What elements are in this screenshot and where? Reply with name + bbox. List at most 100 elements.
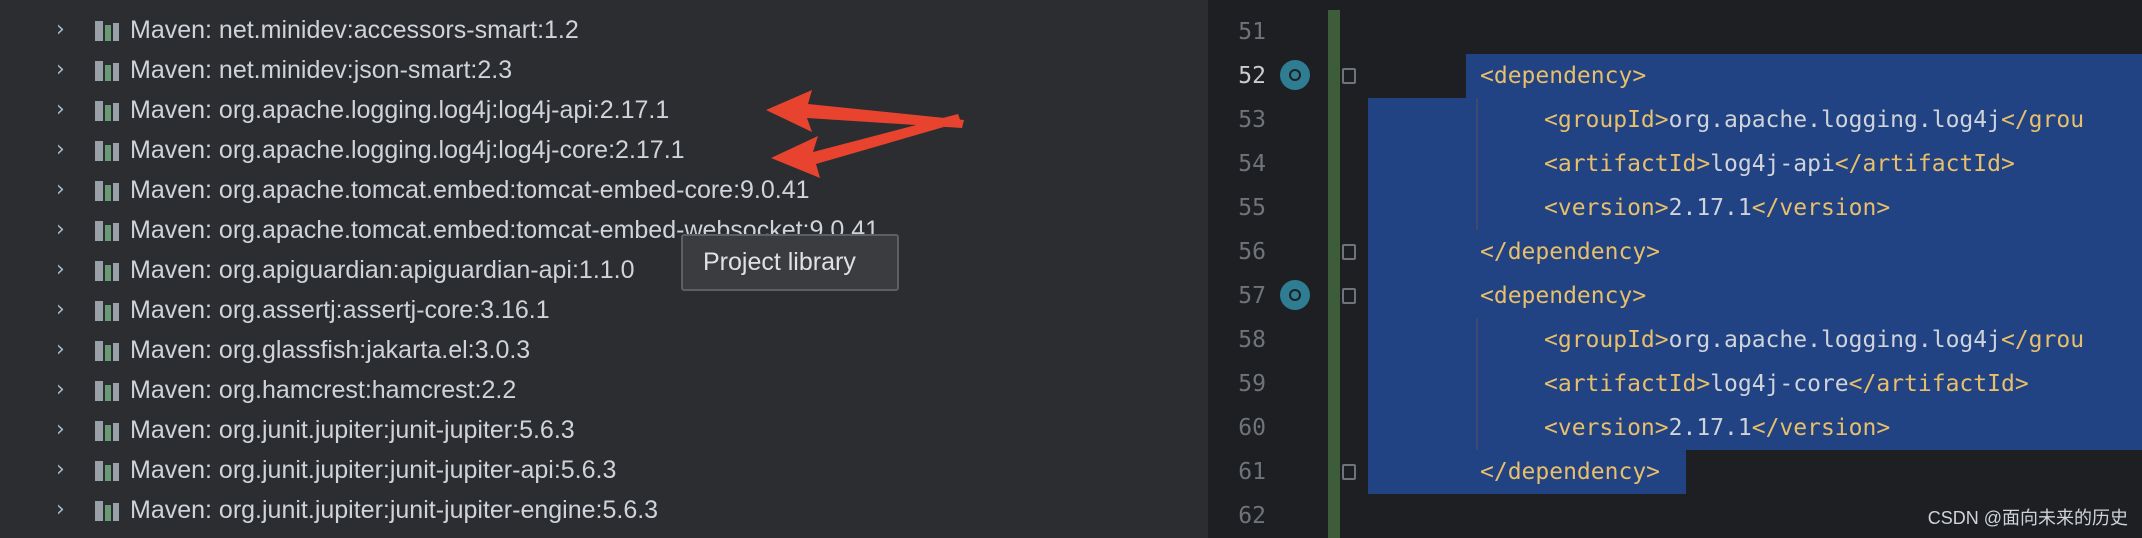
xml-tag: </version> [1751,195,1891,221]
code-line[interactable]: </dependency> [1480,237,1660,267]
xml-text: log4j-api [1710,151,1835,177]
fold-icon[interactable] [1342,464,1356,480]
overrides-marker-icon[interactable] [1280,60,1310,90]
code-line[interactable]: <dependency> [1480,281,1646,311]
tree-item[interactable]: › Maven: org.glassfish:jakarta.el:3.0.3 [0,330,1208,370]
code-line[interactable]: </dependency> [1480,457,1660,487]
chevron-right-icon[interactable]: › [56,19,70,41]
tree-item[interactable]: › Maven: org.apache.tomcat.embed:tomcat-… [0,170,1208,210]
library-icon [95,181,119,201]
xml-tag: </artifactId> [1834,151,2015,177]
library-icon [95,221,119,241]
chevron-right-icon[interactable]: › [56,179,70,201]
xml-tag: </grou [2000,107,2085,133]
code-area[interactable]: <dependency> <groupId>org.apache.logging… [1368,0,2142,538]
project-tree: › Maven: net.minidev:accessors-smart:1.2… [0,0,1208,538]
tree-item[interactable]: › Maven: org.junit.jupiter:junit-jupiter… [0,490,1208,530]
xml-tag: </grou [2000,327,2085,353]
chevron-right-icon[interactable]: › [56,459,70,481]
library-icon [95,261,119,281]
chevron-right-icon[interactable]: › [56,339,70,361]
tree-item-label: Maven: net.minidev:json-smart:2.3 [130,56,513,84]
tree-item[interactable]: › Maven: net.minidev:json-smart:2.3 [0,50,1208,90]
line-number: 55 [1238,195,1266,221]
xml-tag: <artifactId> [1544,371,1711,397]
library-icon [95,501,119,521]
chevron-right-icon[interactable]: › [56,59,70,81]
code-line[interactable]: <groupId>org.apache.logging.log4j</grou [1544,105,2084,135]
tree-item-label: Maven: org.junit.jupiter:junit-jupiter:5… [130,416,575,444]
xml-tag: </artifactId> [1848,371,2029,397]
tree-item[interactable]: › Maven: org.apiguardian:apiguardian-api… [0,250,1208,290]
tree-item[interactable]: › Maven: org.apache.logging.log4j:log4j-… [0,130,1208,170]
xml-tag: </dependency> [1480,239,1661,265]
library-icon [95,61,119,81]
tree-item-label: Maven: org.junit.jupiter:junit-jupiter-e… [130,496,659,524]
xml-tag: <artifactId> [1544,151,1711,177]
fold-icon[interactable] [1342,68,1356,84]
indent-guide [1476,98,1478,230]
code-line[interactable]: <dependency> [1480,61,1646,91]
fold-icon[interactable] [1342,244,1356,260]
tree-item-label: Maven: org.apache.logging.log4j:log4j-co… [130,136,685,164]
tree-item[interactable]: › Maven: org.apache.tomcat.embed:tomcat-… [0,210,1208,250]
chevron-right-icon[interactable]: › [56,299,70,321]
code-editor[interactable]: 51 52 53 54 55 56 57 58 59 60 61 62 <dep… [1208,0,2142,538]
fold-icon[interactable] [1342,288,1356,304]
xml-tag: <dependency> [1480,63,1647,89]
library-icon [95,21,119,41]
library-icon [95,341,119,361]
tooltip: Project library [681,234,899,291]
xml-tag: <version> [1544,195,1669,221]
tree-item-label: Maven: org.hamcrest:hamcrest:2.2 [130,376,517,404]
xml-tag: </dependency> [1480,459,1661,485]
tree-item[interactable]: › Maven: org.apache.logging.log4j:log4j-… [0,90,1208,130]
chevron-right-icon[interactable]: › [56,419,70,441]
line-number: 59 [1238,371,1266,397]
tree-item[interactable]: › Maven: net.minidev:accessors-smart:1.2 [0,10,1208,50]
xml-text: org.apache.logging.log4j [1668,327,2001,353]
tree-item-label: Maven: org.apache.logging.log4j:log4j-ap… [130,96,670,124]
tree-item-label: Maven: org.assertj:assertj-core:3.16.1 [130,296,550,324]
tree-item-label: Maven: org.junit.jupiter:junit-jupiter-a… [130,456,617,484]
library-icon [95,141,119,161]
line-number: 53 [1238,107,1266,133]
xml-text: 2.17.1 [1668,415,1752,441]
code-line[interactable]: <version>2.17.1</version> [1544,193,1890,223]
tree-item[interactable]: › Maven: org.junit.jupiter:junit-jupiter… [0,450,1208,490]
tree-item-label: Maven: net.minidev:accessors-smart:1.2 [130,16,579,44]
xml-tag: <groupId> [1544,327,1669,353]
line-number: 52 [1238,63,1266,89]
tree-item[interactable]: › Maven: org.assertj:assertj-core:3.16.1 [0,290,1208,330]
line-number-gutter: 51 52 53 54 55 56 57 58 59 60 61 62 [1208,0,1328,538]
tree-item[interactable]: › Maven: org.junit.jupiter:junit-jupiter… [0,410,1208,450]
code-line[interactable]: <version>2.17.1</version> [1544,413,1890,443]
chevron-right-icon[interactable]: › [56,219,70,241]
indent-guide [1476,318,1478,450]
xml-text: log4j-core [1710,371,1849,397]
line-number: 62 [1238,503,1266,529]
line-number: 58 [1238,327,1266,353]
chevron-right-icon[interactable]: › [56,139,70,161]
code-line[interactable]: <groupId>org.apache.logging.log4j</grou [1544,325,2084,355]
vcs-change-marker[interactable] [1328,10,1340,538]
line-number: 56 [1238,239,1266,265]
line-number: 57 [1238,283,1266,309]
line-number: 60 [1238,415,1266,441]
watermark: CSDN @面向未来的历史 [1927,508,2128,528]
code-line[interactable]: <artifactId>log4j-core</artifactId> [1544,369,2029,399]
chevron-right-icon[interactable]: › [56,259,70,281]
chevron-right-icon[interactable]: › [56,499,70,521]
code-line[interactable]: <artifactId>log4j-api</artifactId> [1544,149,2015,179]
library-icon [95,301,119,321]
library-icon [95,421,119,441]
line-number: 61 [1238,459,1266,485]
xml-text: org.apache.logging.log4j [1668,107,2001,133]
tree-item[interactable]: › Maven: org.hamcrest:hamcrest:2.2 [0,370,1208,410]
overrides-marker-icon[interactable] [1280,280,1310,310]
chevron-right-icon[interactable]: › [56,379,70,401]
chevron-right-icon[interactable]: › [56,99,70,121]
tree-item-label: Maven: org.glassfish:jakarta.el:3.0.3 [130,336,531,364]
tree-item-label: Maven: org.apiguardian:apiguardian-api:1… [130,256,635,284]
line-number: 51 [1238,19,1266,45]
